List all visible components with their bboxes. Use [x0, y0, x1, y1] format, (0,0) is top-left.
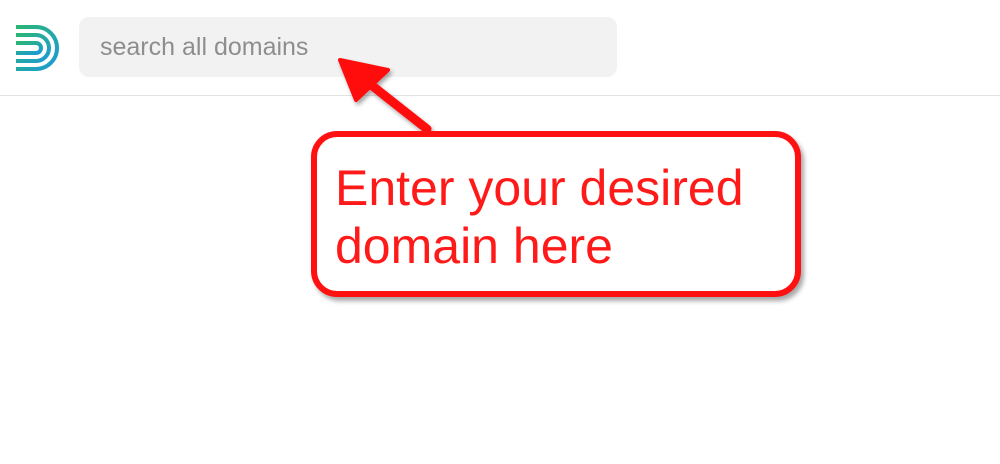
header-bar [0, 0, 1000, 96]
page: Enter your desired domain here [0, 0, 1000, 464]
search-input[interactable] [79, 17, 617, 77]
annotation-callout: Enter your desired domain here [311, 131, 801, 297]
callout-text: Enter your desired domain here [335, 160, 744, 274]
logo-icon[interactable] [14, 23, 64, 73]
search-box[interactable] [79, 17, 617, 77]
